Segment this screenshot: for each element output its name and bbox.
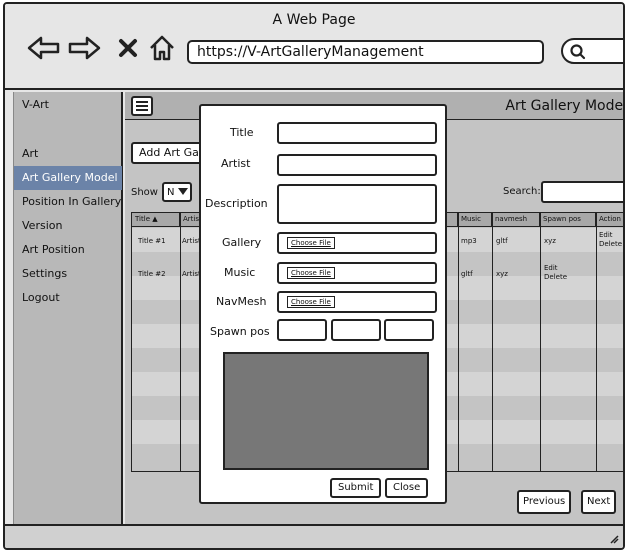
spawn-y-input[interactable] <box>331 319 381 341</box>
sidebar: V-Art Art Art Gallery Model Position In … <box>13 92 123 525</box>
edit-link[interactable]: Edit <box>599 231 613 240</box>
choose-file-button[interactable]: Choose File <box>287 296 335 308</box>
delete-link[interactable]: Delete <box>544 273 567 282</box>
show-entries-select[interactable]: N <box>161 182 192 202</box>
sidebar-item-position-in-gallery[interactable]: Position In Gallery <box>14 190 122 214</box>
column-header-title[interactable]: Title ▲ <box>132 213 180 227</box>
add-art-gallery-modal: Title Artist Description Gallery Choose … <box>199 104 447 504</box>
page-title: Art Gallery Model <box>505 98 625 114</box>
browser-toolbar: A Web Page https://V-ArtGalleryManagemen… <box>5 4 623 90</box>
music-file-input[interactable]: Choose File <box>277 262 437 284</box>
sidebar-item-art-position[interactable]: Art Position <box>14 238 122 262</box>
chevron-down-icon <box>178 188 189 195</box>
spawn-z-input[interactable] <box>384 319 434 341</box>
navmesh-file-input[interactable]: Choose File <box>277 291 437 313</box>
cell-artist: Artist <box>182 237 201 245</box>
column-header-action[interactable]: Action <box>596 213 623 227</box>
submit-button[interactable]: Submit <box>330 478 382 498</box>
status-bar <box>5 524 623 548</box>
artist-input[interactable] <box>277 154 437 176</box>
show-entries: Show N <box>131 182 192 202</box>
resize-grip-icon[interactable] <box>609 534 619 544</box>
title-input[interactable] <box>277 122 437 144</box>
preview-area <box>223 352 429 470</box>
cell-title: Title #1 <box>138 237 166 245</box>
cell-music: gltf <box>461 270 473 278</box>
cell-title: Title #2 <box>138 270 166 278</box>
window-title: A Web Page <box>272 12 356 28</box>
column-header-music[interactable]: Music <box>458 213 492 227</box>
sidebar-item-art-gallery-model[interactable]: Art Gallery Model <box>14 166 122 190</box>
column-header-navmesh[interactable]: navmesh <box>492 213 540 227</box>
show-label: Show <box>131 186 158 198</box>
search-label: Search: <box>503 186 541 197</box>
column-header-spawn-pos[interactable]: Spawn pos <box>540 213 596 227</box>
sidebar-item-version[interactable]: Version <box>14 214 122 238</box>
artist-label: Artist <box>221 157 251 170</box>
sidebar-item-logout[interactable]: Logout <box>14 286 122 310</box>
gallery-file-input[interactable]: Choose File <box>277 232 437 254</box>
spawn-x-input[interactable] <box>277 319 327 341</box>
menu-icon[interactable] <box>131 96 153 116</box>
cell-artist: Artist <box>182 270 201 278</box>
forward-arrow-icon[interactable] <box>67 34 101 62</box>
url-bar[interactable]: https://V-ArtGalleryManagement <box>187 40 544 64</box>
next-button[interactable]: Next <box>581 490 617 514</box>
choose-file-button[interactable]: Choose File <box>287 267 335 279</box>
spawn-pos-label: Spawn pos <box>210 325 270 338</box>
close-icon[interactable] <box>117 34 139 62</box>
gallery-label: Gallery <box>222 236 262 249</box>
title-label: Title <box>230 126 254 139</box>
sidebar-item-art[interactable]: Art <box>14 142 122 166</box>
close-button[interactable]: Close <box>385 478 429 498</box>
description-label: Description <box>205 197 268 210</box>
sidebar-item-settings[interactable]: Settings <box>14 262 122 286</box>
cell-music: mp3 <box>461 237 477 245</box>
cell-navmesh: xyz <box>496 270 508 278</box>
edit-link[interactable]: Edit <box>544 264 558 273</box>
previous-button[interactable]: Previous <box>517 490 572 514</box>
choose-file-button[interactable]: Choose File <box>287 237 335 249</box>
brand-label: V-Art <box>22 98 49 111</box>
delete-link[interactable]: Delete <box>599 240 622 249</box>
cell-navmesh: gltf <box>496 237 508 245</box>
cell-spawn: xyz <box>544 237 556 245</box>
description-input[interactable] <box>277 184 437 224</box>
browser-search-box[interactable] <box>561 38 623 64</box>
table-search-input[interactable] <box>541 181 623 203</box>
show-entries-value: N <box>166 186 175 198</box>
back-arrow-icon[interactable] <box>27 34 61 62</box>
search-icon <box>570 44 586 60</box>
home-icon[interactable] <box>147 34 177 62</box>
music-label: Music <box>224 266 256 279</box>
navmesh-label: NavMesh <box>216 295 267 308</box>
sidebar-menu: Art Art Gallery Model Position In Galler… <box>14 142 122 310</box>
